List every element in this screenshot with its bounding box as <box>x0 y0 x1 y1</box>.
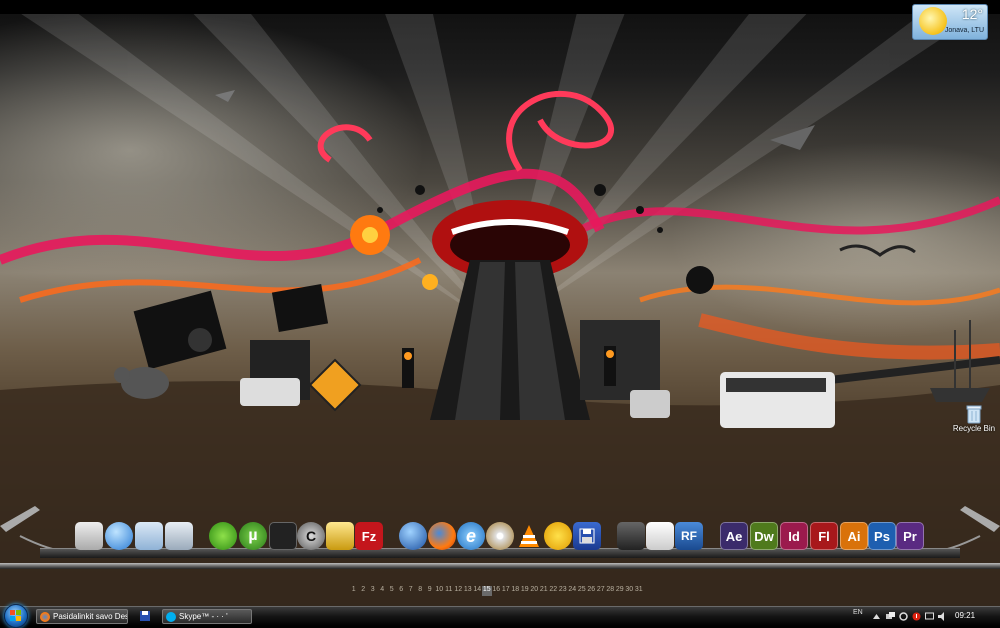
calendar-day[interactable]: 11 <box>444 586 454 596</box>
calendar-day[interactable]: 26 <box>587 586 597 596</box>
calendar-day[interactable]: 12 <box>454 586 464 596</box>
wallpaper-artwork <box>0 0 1000 606</box>
recycle-bin[interactable]: Recycle Bin <box>952 404 996 433</box>
weather-temperature: 12° <box>961 6 983 22</box>
calendar-day[interactable]: 8 <box>416 586 426 596</box>
system-icon[interactable] <box>75 522 103 550</box>
dreamweaver-icon[interactable]: Dw <box>750 522 778 550</box>
inkscape-icon[interactable] <box>617 522 645 550</box>
start-button[interactable] <box>4 604 28 628</box>
recycle-bin-icon <box>966 405 982 424</box>
foobar-icon[interactable] <box>326 522 354 550</box>
steam-icon[interactable] <box>269 522 297 550</box>
calendar-day[interactable]: 27 <box>596 586 606 596</box>
floppy-disk-icon <box>579 528 595 544</box>
premiere-icon[interactable]: Pr <box>896 522 924 550</box>
vlc-icon[interactable] <box>515 522 543 550</box>
network-globe-icon[interactable] <box>105 522 133 550</box>
filezilla-icon[interactable]: Fz <box>355 522 383 550</box>
internet-explorer-icon[interactable]: e <box>457 522 485 550</box>
calendar-day[interactable]: 6 <box>397 586 407 596</box>
clock[interactable]: 09:21 <box>955 611 975 620</box>
folder-icon[interactable] <box>135 522 163 550</box>
calendar-day[interactable]: 10 <box>435 586 445 596</box>
language-indicator[interactable]: EN <box>853 609 863 616</box>
calendar-day[interactable]: 7 <box>406 586 416 596</box>
calendar-day[interactable]: 22 <box>549 586 559 596</box>
calendar-day[interactable]: 3 <box>368 586 378 596</box>
calendar-day[interactable]: 13 <box>463 586 473 596</box>
utorrent-icon[interactable]: µ <box>239 522 267 550</box>
calendar-day[interactable]: 18 <box>511 586 521 596</box>
taskbar-button-skype[interactable]: Skype™ - · · ' <box>162 609 252 624</box>
weather-gadget[interactable]: 12° Jonava, LTU <box>912 4 988 40</box>
photoshop-icon[interactable]: Ps <box>868 522 896 550</box>
ccleaner-icon[interactable]: C <box>297 522 325 550</box>
alert-icon[interactable] <box>912 612 921 621</box>
dock-rail <box>0 563 1000 569</box>
calendar-day[interactable]: 20 <box>530 586 540 596</box>
skype-icon <box>166 611 176 622</box>
floppy-disk-icon[interactable] <box>139 610 151 622</box>
calendar-day[interactable]: 19 <box>520 586 530 596</box>
calendar-day[interactable]: 31 <box>634 586 644 596</box>
realflow-icon[interactable]: RF <box>675 522 703 550</box>
volume-icon[interactable] <box>938 612 947 621</box>
chevron-up-icon[interactable] <box>872 612 881 621</box>
calendar-day[interactable]: 30 <box>625 586 635 596</box>
firefox-icon <box>40 611 50 622</box>
calendar-day[interactable]: 25 <box>577 586 587 596</box>
save-icon[interactable] <box>573 522 601 550</box>
calendar-day[interactable]: 28 <box>606 586 616 596</box>
calculator-icon[interactable] <box>165 522 193 550</box>
calendar-day[interactable]: 5 <box>387 586 397 596</box>
calendar-day[interactable]: 2 <box>359 586 369 596</box>
calendar-day[interactable]: 21 <box>539 586 549 596</box>
calendar-day[interactable]: 23 <box>558 586 568 596</box>
taskbar-button-label: Skype™ - · · ' <box>179 612 228 621</box>
windows-logo-icon <box>10 610 21 621</box>
calendar-day[interactable]: 29 <box>615 586 625 596</box>
taskbar-button-label: Pasidalinkit savo Des... <box>53 612 128 621</box>
after-effects-icon[interactable]: Ae <box>720 522 748 550</box>
media-player-icon[interactable] <box>209 522 237 550</box>
calendar-day[interactable]: 17 <box>501 586 511 596</box>
calendar-day[interactable]: 14 <box>473 586 483 596</box>
google-earth-icon[interactable] <box>399 522 427 550</box>
calendar-day[interactable]: 1 <box>349 586 359 596</box>
recycle-bin-label: Recycle Bin <box>952 424 996 433</box>
sync-icon[interactable] <box>899 612 908 621</box>
flash-icon[interactable]: Fl <box>810 522 838 550</box>
vlc-cone-icon <box>519 525 539 547</box>
network-icon[interactable] <box>886 612 895 621</box>
top-bar <box>0 0 1000 14</box>
calendar-day[interactable]: 9 <box>425 586 435 596</box>
calendar-day[interactable]: 24 <box>568 586 578 596</box>
calendar-day[interactable]: 16 <box>492 586 502 596</box>
calendar-day[interactable]: 15 <box>482 586 492 596</box>
calendar-strip: 1 2 3 4 5 6 7 8 9 10 11 12 13 14 15 16 17 18 19 20 21 22 23 24 2… <box>349 586 644 596</box>
taskbar: Pasidalinkit savo Des... Skype™ - · · ' … <box>0 604 1000 628</box>
taskbar-button-firefox[interactable]: Pasidalinkit savo Des... <box>36 609 128 624</box>
weather-location: Jonava, LTU <box>944 27 984 34</box>
illustrator-icon[interactable]: Ai <box>840 522 868 550</box>
sun-icon <box>919 7 947 35</box>
display-icon[interactable] <box>925 612 934 621</box>
firefox-icon[interactable] <box>428 522 456 550</box>
aim-icon[interactable] <box>544 522 572 550</box>
calendar-day[interactable]: 4 <box>378 586 388 596</box>
indesign-icon[interactable]: Id <box>780 522 808 550</box>
zbrush-icon[interactable] <box>646 522 674 550</box>
disc-icon[interactable] <box>486 522 514 550</box>
